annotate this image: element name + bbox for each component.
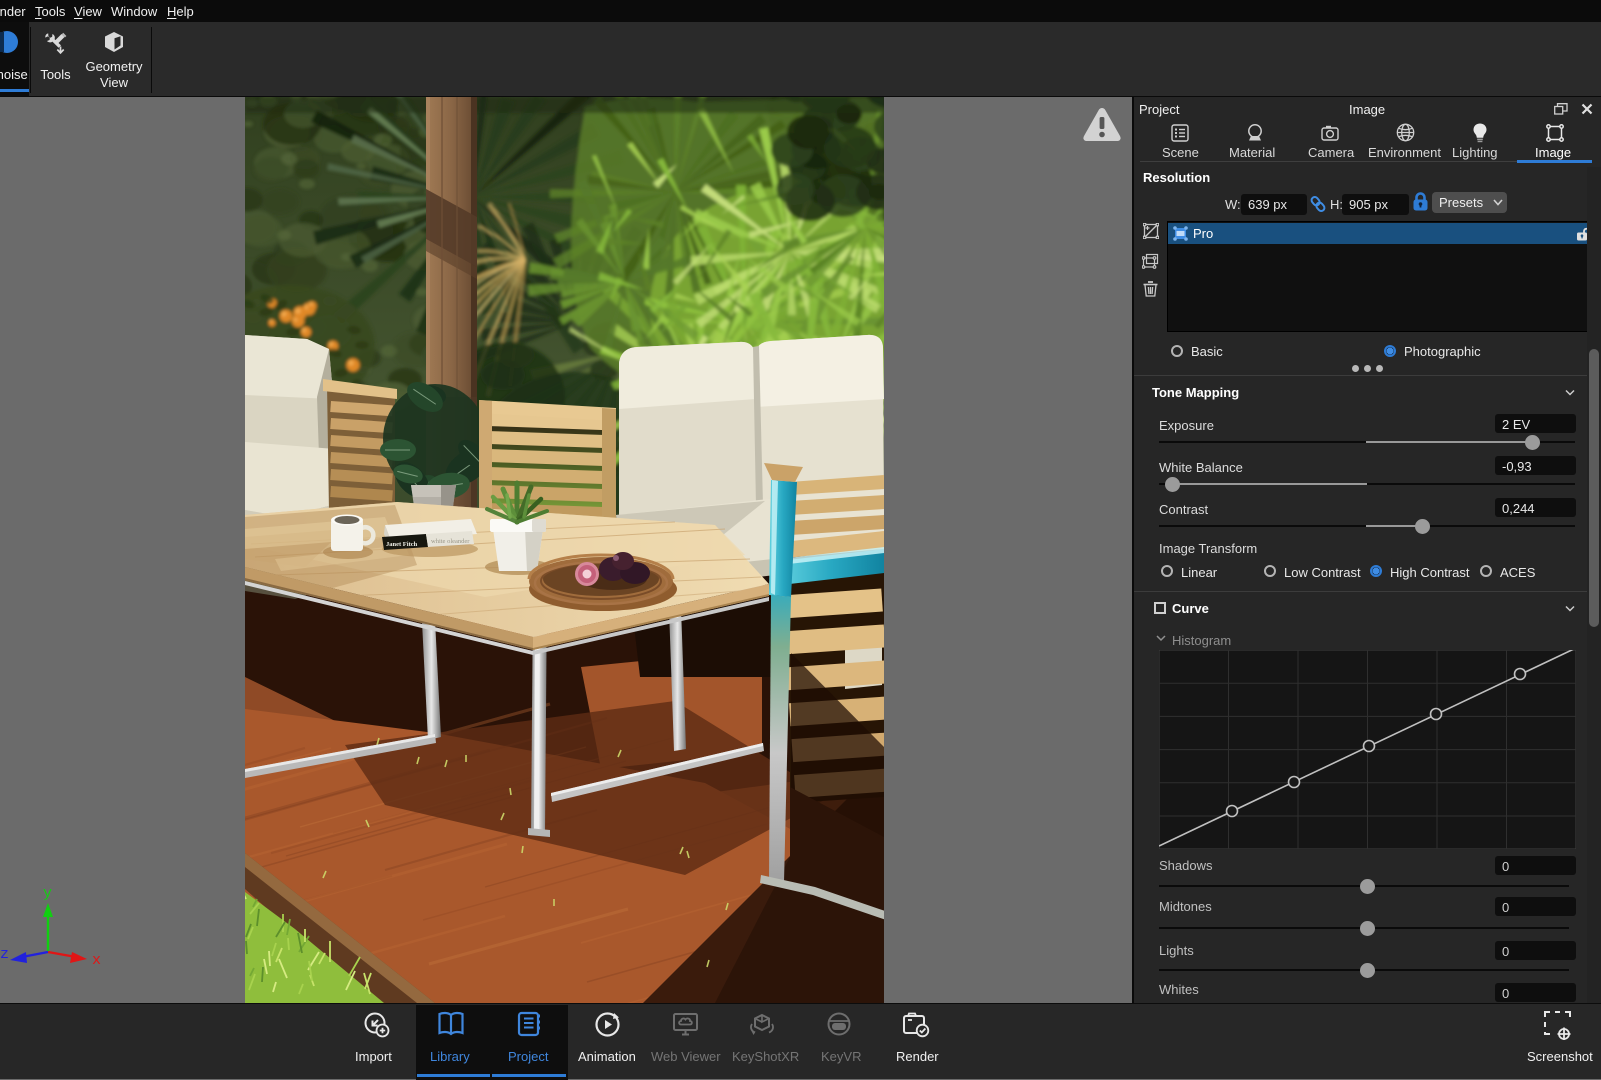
svg-text:z: z xyxy=(0,946,9,963)
svg-text:y: y xyxy=(43,885,52,902)
svg-text:Janet Fitch: Janet Fitch xyxy=(386,541,418,548)
svg-text:white oleander: white oleander xyxy=(431,538,470,545)
svg-text:x: x xyxy=(92,952,101,969)
